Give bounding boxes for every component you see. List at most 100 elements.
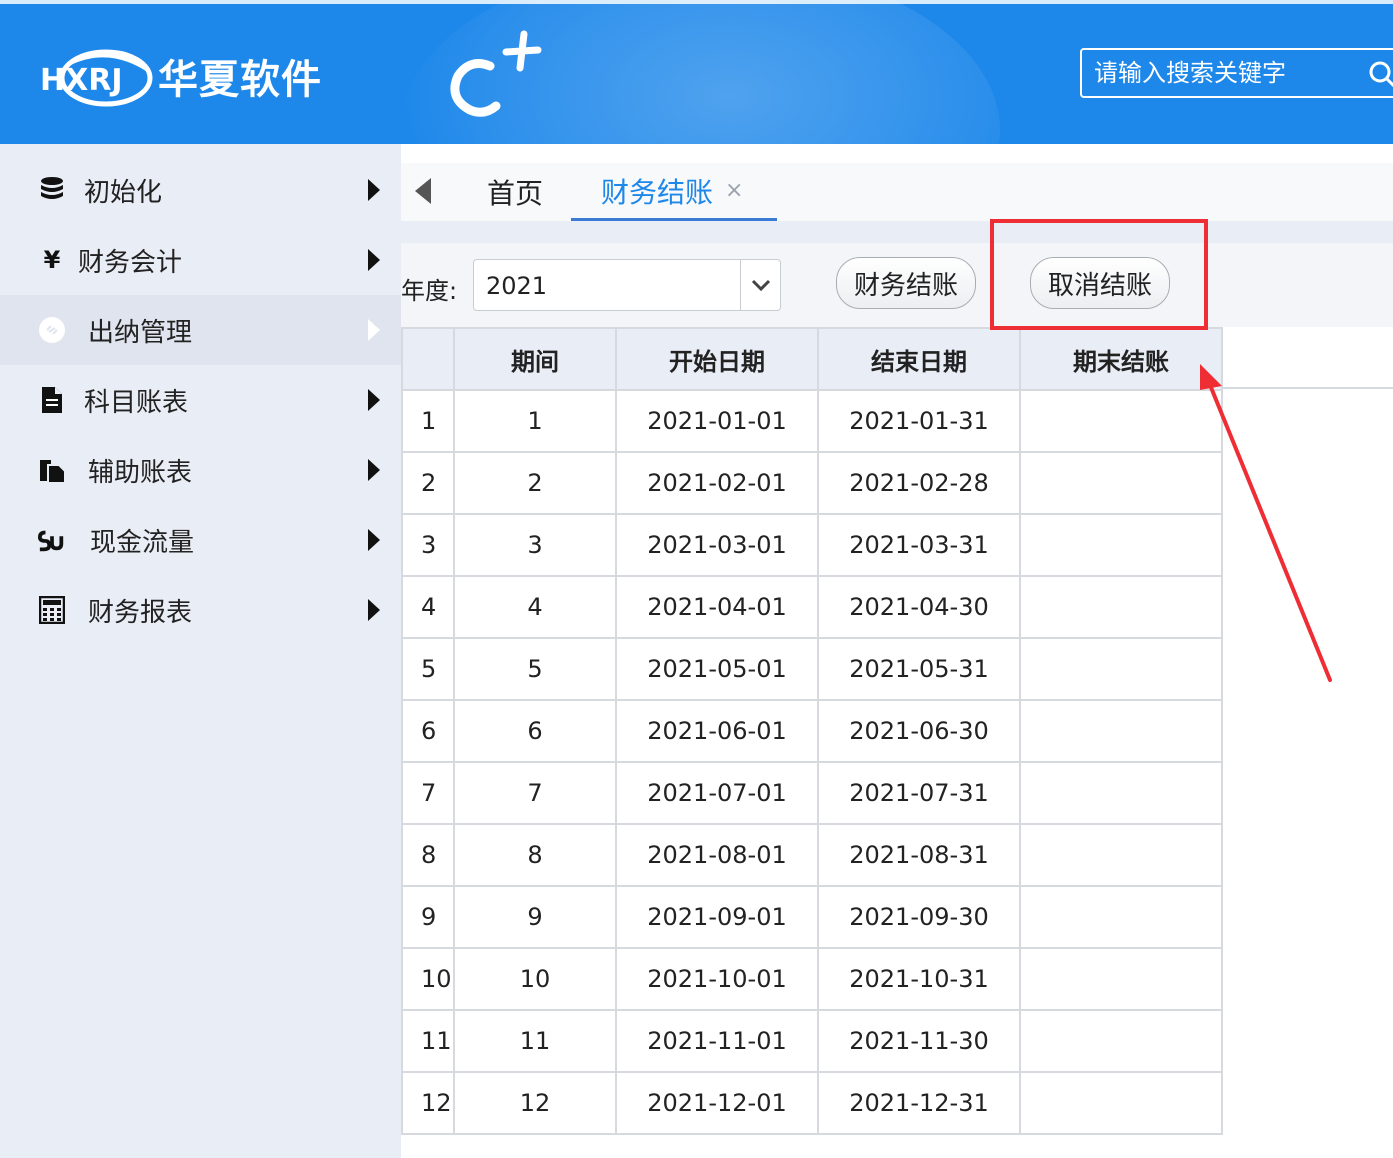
search-box[interactable]: [1080, 48, 1393, 98]
tab-divider: [401, 221, 1393, 243]
cell-period: 7: [453, 761, 617, 825]
table-row[interactable]: 6 6 2021-06-01 2021-06-30: [401, 699, 1223, 763]
cell-period: 2: [453, 451, 617, 515]
sidebar-item-label: 财务报表: [88, 597, 193, 628]
row-number-header: [401, 327, 455, 391]
sidebar-item-label: 初始化: [84, 177, 163, 208]
sidebar: 初始化 ¥ 财务会计 出纳管理 科目账表 辅助账表 现金流量 财务报表: [0, 144, 401, 1158]
tab-label: 首页: [487, 177, 544, 210]
table-row[interactable]: 9 9 2021-09-01 2021-09-30: [401, 885, 1223, 949]
sidebar-item-accounting[interactable]: ¥ 财务会计: [0, 225, 401, 295]
brand-logo[interactable]: HXRJ 华夏软件: [38, 44, 322, 108]
cell-end-date: 2021-03-31: [817, 513, 1021, 577]
row-number: 6: [401, 699, 455, 763]
chevron-right-icon: [368, 249, 380, 271]
sidebar-item-init[interactable]: 初始化: [0, 155, 401, 225]
toolbar: 年度: 2021 财务结账 取消结账: [401, 243, 1393, 327]
sidebar-item-account-reports[interactable]: 科目账表: [0, 365, 401, 435]
cell-period: 10: [453, 947, 617, 1011]
financial-closing-button[interactable]: 财务结账: [836, 257, 976, 309]
close-icon[interactable]: ×: [725, 178, 743, 203]
cell-end-date: 2021-11-30: [817, 1009, 1021, 1073]
column-header-period[interactable]: 期间: [453, 327, 617, 391]
cell-end-date: 2021-09-30: [817, 885, 1021, 949]
cell-period: 12: [453, 1071, 617, 1135]
yen-icon: ¥: [43, 246, 61, 274]
table-row[interactable]: 5 5 2021-05-01 2021-05-31: [401, 637, 1223, 701]
tab-label: 财务结账: [601, 175, 714, 209]
sidebar-item-financial-reports[interactable]: 财务报表: [0, 575, 401, 645]
table-row[interactable]: 8 8 2021-08-01 2021-08-31: [401, 823, 1223, 887]
logo-text: 华夏软件: [158, 57, 322, 103]
tab-scroll-left-icon[interactable]: [415, 178, 431, 204]
table-row[interactable]: 1 1 2021-01-01 2021-01-31: [401, 389, 1223, 453]
sidebar-item-label: 财务会计: [78, 247, 183, 278]
cell-period: 4: [453, 575, 617, 639]
cell-start-date: 2021-06-01: [615, 699, 819, 763]
copy-document-icon: [38, 456, 66, 484]
cell-end-date: 2021-01-31: [817, 389, 1021, 453]
cell-start-date: 2021-08-01: [615, 823, 819, 887]
sidebar-item-cashier[interactable]: 出纳管理: [0, 295, 401, 365]
cell-closed: [1019, 1009, 1223, 1073]
cell-start-date: 2021-09-01: [615, 885, 819, 949]
column-header-end-date[interactable]: 结束日期: [817, 327, 1021, 391]
cashier-icon: [38, 316, 66, 344]
sidebar-item-aux-reports[interactable]: 辅助账表: [0, 435, 401, 505]
cell-closed: [1019, 699, 1223, 763]
tab-financial-closing[interactable]: 财务结账 ×: [571, 163, 777, 221]
row-number: 8: [401, 823, 455, 887]
table-row[interactable]: 3 3 2021-03-01 2021-03-31: [401, 513, 1223, 577]
cell-closed: [1019, 823, 1223, 887]
row-number: 5: [401, 637, 455, 701]
product-mark-icon: [440, 28, 550, 122]
row-number: 3: [401, 513, 455, 577]
table-row[interactable]: 4 4 2021-04-01 2021-04-30: [401, 575, 1223, 639]
table-row[interactable]: 12 12 2021-12-01 2021-12-31: [401, 1071, 1223, 1135]
row-number: 12: [401, 1071, 455, 1135]
cell-start-date: 2021-05-01: [615, 637, 819, 701]
search-input[interactable]: [1094, 59, 1354, 87]
table-row[interactable]: 2 2 2021-02-01 2021-02-28: [401, 451, 1223, 515]
row-number: 10: [401, 947, 455, 1011]
cell-period: 1: [453, 389, 617, 453]
chevron-right-icon: [368, 179, 380, 201]
cell-closed: [1019, 947, 1223, 1011]
year-select[interactable]: 2021: [473, 259, 781, 311]
table-row[interactable]: 11 11 2021-11-01 2021-11-30: [401, 1009, 1223, 1073]
highlight-box: [990, 219, 1208, 330]
year-label: 年度:: [401, 277, 458, 305]
document-icon: [38, 386, 66, 414]
cell-end-date: 2021-10-31: [817, 947, 1021, 1011]
table-row[interactable]: 10 10 2021-10-01 2021-10-31: [401, 947, 1223, 1011]
cell-period: 9: [453, 885, 617, 949]
chevron-right-icon: [368, 389, 380, 411]
chevron-right-icon: [368, 459, 380, 481]
tab-bar: 首页 财务结账 ×: [401, 163, 1393, 221]
cell-start-date: 2021-04-01: [615, 575, 819, 639]
table-row[interactable]: 7 7 2021-07-01 2021-07-31: [401, 761, 1223, 825]
cell-start-date: 2021-10-01: [615, 947, 819, 1011]
sidebar-item-label: 现金流量: [90, 527, 195, 558]
cell-start-date: 2021-11-01: [615, 1009, 819, 1073]
calculator-icon: [38, 596, 66, 624]
annotation-arrow-icon: [1190, 360, 1340, 694]
year-value: 2021: [486, 272, 548, 300]
cell-start-date: 2021-07-01: [615, 761, 819, 825]
database-icon: [38, 176, 66, 204]
tab-home[interactable]: 首页: [487, 163, 543, 221]
chevron-down-icon[interactable]: [740, 260, 780, 310]
column-header-start-date[interactable]: 开始日期: [615, 327, 819, 391]
row-number: 2: [401, 451, 455, 515]
search-icon[interactable]: [1368, 60, 1393, 94]
cell-end-date: 2021-05-31: [817, 637, 1021, 701]
row-number: 11: [401, 1009, 455, 1073]
cell-start-date: 2021-03-01: [615, 513, 819, 577]
cell-end-date: 2021-07-31: [817, 761, 1021, 825]
cell-period: 8: [453, 823, 617, 887]
chevron-right-icon: [368, 599, 380, 621]
cell-end-date: 2021-04-30: [817, 575, 1021, 639]
cell-start-date: 2021-01-01: [615, 389, 819, 453]
period-table: 期间 开始日期 结束日期 期末结账 1 1 2021-01-01 2021-01-31…: [401, 327, 1223, 1135]
sidebar-item-cash-flow[interactable]: 现金流量: [0, 505, 401, 575]
